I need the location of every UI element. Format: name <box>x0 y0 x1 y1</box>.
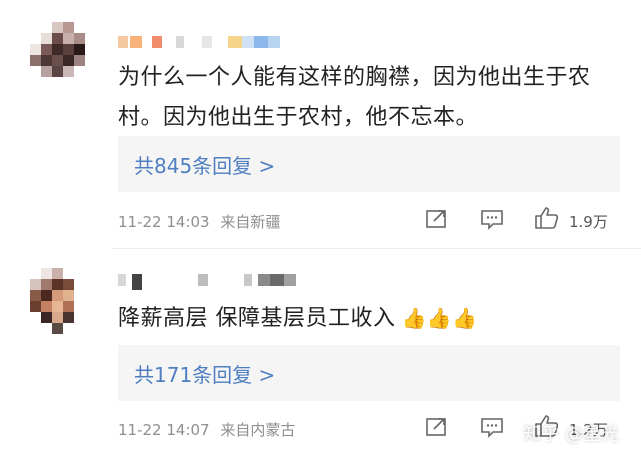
username-mosaic[interactable] <box>118 274 298 292</box>
view-replies-button[interactable]: 共845条回复 > <box>118 136 620 192</box>
avatar[interactable] <box>30 268 90 334</box>
comment-item: 为什么一个人能有这样的胸襟，因为他出生于农村。因为他出生于农村，他不忘本。 共8… <box>0 0 641 248</box>
comment-icon[interactable] <box>479 208 505 230</box>
comment-date: 11-22 14:03 <box>118 213 210 231</box>
view-replies-label: 共171条回复 > <box>134 363 276 387</box>
comment-text: 为什么一个人能有这样的胸襟，因为他出生于农村。因为他出生于农村，他不忘本。 <box>118 65 591 130</box>
share-icon[interactable] <box>424 416 450 438</box>
comment-meta: 11-22 14:03 来自新疆 <box>118 211 280 232</box>
comment-icon[interactable] <box>479 416 505 438</box>
comment-text: 降薪高层 保障基层员工收入 👍👍👍 <box>118 306 478 331</box>
username-mosaic[interactable] <box>118 36 298 54</box>
divider <box>112 248 641 249</box>
share-icon[interactable] <box>424 208 450 230</box>
comment-meta: 11-22 14:07 来自内蒙古 <box>118 419 295 440</box>
avatar[interactable] <box>30 22 90 86</box>
comment-location: 来自内蒙古 <box>220 421 296 439</box>
like-count: 1.9万 <box>569 213 608 231</box>
like-icon[interactable] <box>534 206 560 229</box>
thumbs-up-emoji: 👍👍👍 <box>401 306 478 330</box>
view-replies-button[interactable]: 共171条回复 > <box>118 345 620 401</box>
comment-location: 来自新疆 <box>220 213 281 231</box>
view-replies-label: 共845条回复 > <box>134 154 276 178</box>
watermark: 知乎 @星光 <box>523 424 619 445</box>
comment-date: 11-22 14:07 <box>118 421 210 439</box>
